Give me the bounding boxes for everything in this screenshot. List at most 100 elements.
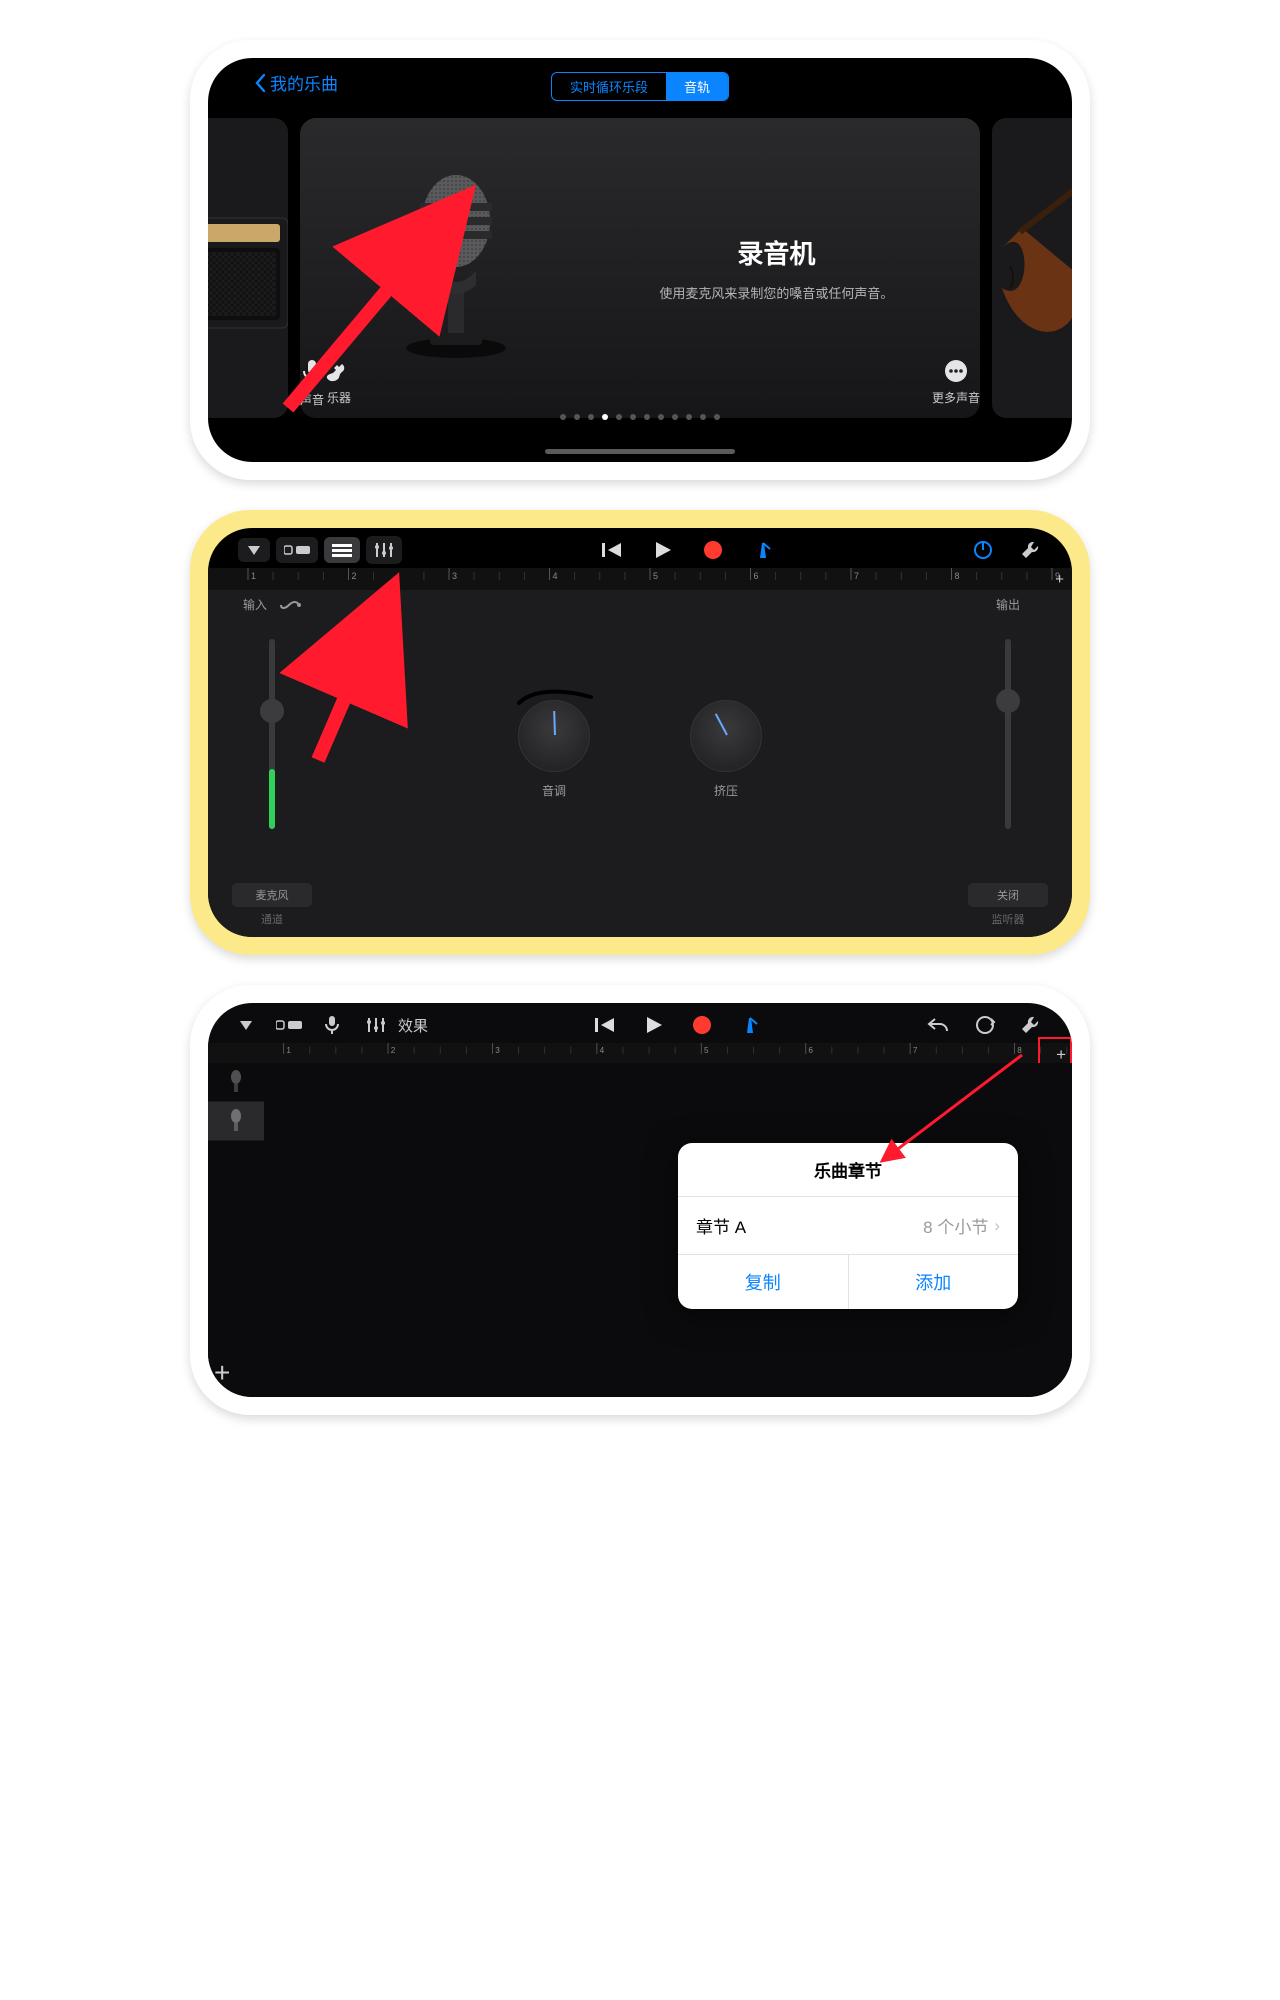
sliders-icon [374, 542, 394, 558]
monitor-toggle[interactable]: 关闭 监听器 [968, 883, 1048, 927]
metronome-button[interactable] [740, 1015, 760, 1035]
page-dots [208, 414, 1072, 420]
view-toggle-button[interactable] [276, 1018, 302, 1032]
list-icon [332, 543, 352, 557]
drive-dial-group: 挤压 [690, 700, 762, 799]
wrench-button[interactable] [1020, 1014, 1042, 1036]
play-button[interactable] [653, 540, 673, 560]
svg-text:2: 2 [352, 571, 357, 581]
transport-toolbar [208, 534, 1072, 566]
svg-text:7: 7 [913, 1046, 918, 1055]
sliders-icon [366, 1017, 386, 1033]
more-voices-button[interactable]: 更多声音 [932, 359, 980, 408]
transport-toolbar: 效果 [208, 1009, 1072, 1041]
chevron-right-icon: › [994, 1216, 1000, 1236]
svg-text:6: 6 [754, 571, 759, 581]
browser-button[interactable] [238, 538, 270, 562]
mixer-button[interactable] [366, 536, 402, 564]
home-indicator [545, 449, 735, 454]
screenshot-3: 效果 12345678 + [190, 985, 1090, 1415]
popover-title: 乐曲章节 [678, 1143, 1018, 1197]
undo-button[interactable] [926, 1015, 950, 1035]
fx-button[interactable] [366, 1017, 386, 1033]
svg-text:5: 5 [653, 571, 658, 581]
triangle-down-icon [246, 544, 262, 556]
mic-icon [324, 1015, 340, 1035]
seg-live-loops[interactable]: 实时循环乐段 [552, 73, 666, 100]
play-icon [653, 540, 673, 560]
loop-button[interactable] [974, 1014, 996, 1036]
back-label: 我的乐曲 [270, 70, 338, 95]
mic-track-icon [227, 1069, 245, 1095]
voice-button[interactable]: 声音 [300, 359, 324, 408]
dial-icon [972, 539, 994, 561]
pitch-dial[interactable] [518, 700, 590, 772]
violin-icon [992, 188, 1072, 348]
mic-track-icon [227, 1108, 245, 1134]
wrench-icon [1020, 539, 1042, 561]
timeline-ruler[interactable]: 12345678 + [208, 1043, 1072, 1063]
section-bars: 8 个小节 [923, 1213, 988, 1238]
add-track-button[interactable]: + [214, 1357, 230, 1389]
metronome-button[interactable] [753, 540, 773, 560]
play-icon [644, 1015, 664, 1035]
metronome-icon [740, 1015, 760, 1035]
record-button[interactable] [692, 1015, 712, 1035]
settings-button[interactable] [972, 539, 994, 561]
drive-dial[interactable] [690, 700, 762, 772]
scribble-annotation [513, 687, 597, 709]
svg-text:6: 6 [808, 1046, 813, 1055]
timeline-ruler[interactable]: 123456789 + [208, 568, 1072, 590]
tracks-view-button[interactable] [324, 537, 360, 563]
add-section-button[interactable]: 添加 [849, 1255, 1019, 1309]
record-button[interactable] [703, 540, 723, 560]
section-name: 章节 A [696, 1213, 923, 1238]
mic-small-icon [301, 359, 323, 385]
rewind-button[interactable] [601, 541, 623, 559]
mode-segmented[interactable]: 实时循环乐段 音轨 [551, 72, 729, 101]
microphone-icon [386, 163, 526, 373]
duplicate-button[interactable]: 复制 [678, 1255, 849, 1309]
output-label: 输出 [996, 596, 1020, 613]
view-toggle-button[interactable] [276, 537, 318, 563]
back-button[interactable]: 我的乐曲 [254, 70, 338, 95]
channel-selector[interactable]: 麦克风 通道 [232, 883, 312, 927]
svg-text:5: 5 [704, 1046, 709, 1055]
svg-text:1: 1 [286, 1046, 291, 1055]
seg-tracks[interactable]: 音轨 [666, 73, 728, 100]
add-section-plus[interactable]: + [1055, 571, 1064, 588]
song-sections-popover: 乐曲章节 章节 A 8 个小节 › 复制 添加 [678, 1143, 1018, 1309]
rewind-icon [594, 1016, 616, 1034]
browser-button[interactable] [238, 1019, 254, 1031]
effects-label[interactable]: 效果 [398, 1015, 428, 1036]
rewind-button[interactable] [594, 1016, 616, 1034]
triangle-down-icon [238, 1019, 254, 1031]
play-button[interactable] [644, 1015, 664, 1035]
screenshot-2: 123456789 + 输入 输出 [190, 510, 1090, 955]
recorder-card[interactable]: 录音机 使用麦克风来录制您的嗓音或任何声音。 声音 乐器 [300, 118, 980, 418]
chevron-left-icon [254, 73, 266, 93]
track-row[interactable] [208, 1063, 264, 1102]
svg-text:1: 1 [251, 571, 256, 581]
track-row[interactable] [208, 1102, 264, 1141]
svg-text:3: 3 [495, 1046, 500, 1055]
guitar-icon [324, 359, 354, 383]
record-icon [692, 1015, 712, 1035]
mic-view-button[interactable] [324, 1015, 340, 1035]
prev-instrument-card[interactable] [208, 118, 288, 418]
section-row[interactable]: 章节 A 8 个小节 › [678, 1197, 1018, 1255]
svg-text:8: 8 [955, 571, 960, 581]
more-icon [944, 359, 968, 383]
card-title: 录音机 [613, 234, 940, 271]
amp-icon [208, 188, 288, 348]
svg-text:2: 2 [391, 1046, 396, 1055]
add-section-plus[interactable]: + [1056, 1045, 1066, 1065]
plug-icon[interactable] [279, 597, 301, 613]
metronome-icon [753, 540, 773, 560]
wrench-button[interactable] [1020, 539, 1042, 561]
wrench-icon [1020, 1014, 1042, 1036]
card-actions: 声音 乐器 更多声音 [300, 359, 980, 408]
instrument-button[interactable]: 乐器 [324, 359, 354, 408]
svg-text:8: 8 [1017, 1046, 1022, 1055]
next-instrument-card[interactable] [992, 118, 1072, 418]
